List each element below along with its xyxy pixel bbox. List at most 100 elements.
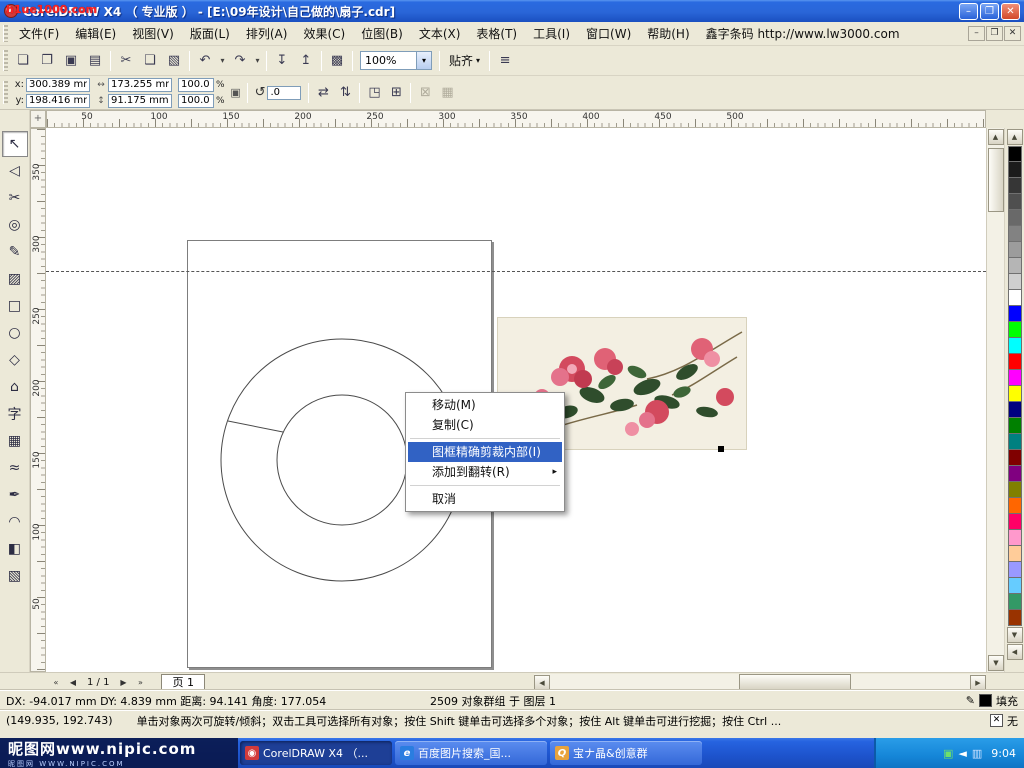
previous-page-button[interactable]: ◀ <box>65 675 81 690</box>
horizontal-guideline[interactable] <box>46 271 986 272</box>
palette-swatch-22[interactable] <box>1008 498 1022 514</box>
minimize-button[interactable]: – <box>959 3 978 20</box>
titlebar[interactable]: CorelDRAW X4 （ 专业版 ） - [E:\09年设计\自己做的\扇子… <box>0 0 1024 22</box>
palette-swatch-23[interactable] <box>1008 514 1022 530</box>
palette-flyout-button[interactable]: ◀ <box>1007 644 1023 660</box>
crop-tool[interactable]: ✂ <box>2 185 28 211</box>
scale-x-input[interactable] <box>178 78 214 92</box>
palette-swatch-2[interactable] <box>1008 178 1022 194</box>
palette-swatch-12[interactable] <box>1008 338 1022 354</box>
palette-swatch-7[interactable] <box>1008 258 1022 274</box>
palette-swatch-28[interactable] <box>1008 594 1022 610</box>
blend-tool[interactable]: ≈ <box>2 455 28 481</box>
object-width-input[interactable] <box>108 78 172 92</box>
ruler-origin-button[interactable]: + <box>30 110 46 128</box>
palette-swatch-1[interactable] <box>1008 162 1022 178</box>
rectangle-tool[interactable]: □ <box>2 293 28 319</box>
palette-swatch-20[interactable] <box>1008 466 1022 482</box>
menu-effects[interactable]: 效果(C) <box>295 23 353 44</box>
selection-handle[interactable] <box>718 446 724 452</box>
palette-swatch-17[interactable] <box>1008 418 1022 434</box>
palette-swatch-11[interactable] <box>1008 322 1022 338</box>
page-tab[interactable]: 页 1 <box>161 674 205 690</box>
palette-swatch-29[interactable] <box>1008 610 1022 626</box>
mirror-horizontal-button[interactable]: ⇄ <box>312 82 334 104</box>
first-page-button[interactable]: « <box>48 675 64 690</box>
menu-window[interactable]: 窗口(W) <box>578 23 639 44</box>
mirror-vertical-button[interactable]: ⇅ <box>334 82 356 104</box>
horizontal-scroll-thumb[interactable] <box>739 674 851 690</box>
undo-button-dropdown-arrow[interactable]: ▾ <box>217 50 228 72</box>
cut-button[interactable]: ✂ <box>114 50 138 72</box>
text-tool[interactable]: 字 <box>2 401 28 427</box>
palette-swatch-9[interactable] <box>1008 290 1022 306</box>
taskbar-button-baidu-images[interactable]: e百度图片搜索_国... <box>395 741 547 765</box>
tray-shield-icon[interactable]: ▣ <box>943 748 953 759</box>
palette-swatch-4[interactable] <box>1008 210 1022 226</box>
chevron-down-icon[interactable]: ▾ <box>416 52 431 69</box>
eyedropper-tool[interactable]: ✒ <box>2 482 28 508</box>
undo-button[interactable]: ↶ <box>193 50 217 72</box>
context-menu-item[interactable]: 复制(C) <box>408 415 562 435</box>
context-menu-item[interactable]: 添加到翻转(R)▸ <box>408 462 562 482</box>
redo-button-dropdown-arrow[interactable]: ▾ <box>252 50 263 72</box>
vertical-scrollbar[interactable]: ▲ ▼ <box>986 128 1004 672</box>
snap-to-dropdown[interactable]: 贴齐 ▾ <box>443 50 486 71</box>
menu-view[interactable]: 视图(V) <box>124 23 182 44</box>
copy-button[interactable]: ❑ <box>138 50 162 72</box>
fill-tool[interactable]: ◧ <box>2 536 28 562</box>
context-menu-item[interactable]: 移动(M) <box>408 395 562 415</box>
options-button[interactable]: ≡ <box>493 50 517 72</box>
palette-swatch-25[interactable] <box>1008 546 1022 562</box>
zoom-level-combobox[interactable]: 100% ▾ <box>360 51 432 70</box>
restore-button[interactable]: ❐ <box>980 3 999 20</box>
scroll-right-button[interactable]: ▶ <box>970 675 986 691</box>
pick-tool[interactable]: ↖ <box>2 131 28 157</box>
redo-button[interactable]: ↷ <box>228 50 252 72</box>
palette-swatch-14[interactable] <box>1008 370 1022 386</box>
palette-swatch-27[interactable] <box>1008 578 1022 594</box>
basic-shapes-tool[interactable]: ⌂ <box>2 374 28 400</box>
menu-arrange[interactable]: 排列(A) <box>238 23 296 44</box>
import-button[interactable]: ↧ <box>270 50 294 72</box>
horizontal-ruler[interactable]: 50100150200250300350400450500 <box>46 110 986 128</box>
polygon-tool[interactable]: ◇ <box>2 347 28 373</box>
combine-button[interactable]: ⊠ <box>414 82 436 104</box>
palette-swatch-3[interactable] <box>1008 194 1022 210</box>
scale-y-input[interactable] <box>178 94 214 108</box>
scroll-down-button[interactable]: ▼ <box>988 655 1004 671</box>
menu-tools[interactable]: 工具(I) <box>525 23 578 44</box>
position-y-input[interactable] <box>26 94 90 108</box>
palette-swatch-10[interactable] <box>1008 306 1022 322</box>
menubar-grip[interactable] <box>3 25 8 41</box>
menu-file[interactable]: 文件(F) <box>11 23 67 44</box>
palette-swatch-0[interactable] <box>1008 146 1022 162</box>
context-menu-item[interactable]: 取消 <box>408 489 562 509</box>
save-button[interactable]: ▣ <box>59 50 83 72</box>
group-button[interactable]: ▦ <box>436 82 458 104</box>
tray-network-icon[interactable]: ▥ <box>972 748 982 759</box>
vertical-scroll-thumb[interactable] <box>988 148 1004 212</box>
drawing-canvas[interactable]: 移动(M)复制(C)图框精确剪裁内部(I)添加到翻转(R)▸取消 <box>46 128 986 672</box>
ellipse-tool[interactable]: ○ <box>2 320 28 346</box>
wrap-paragraph-text-button[interactable]: ◳ <box>363 82 385 104</box>
palette-swatch-21[interactable] <box>1008 482 1022 498</box>
outline-pen-tool[interactable]: ◠ <box>2 509 28 535</box>
vertical-ruler[interactable]: 35030025020015010050 <box>30 128 46 672</box>
object-height-input[interactable] <box>108 94 172 108</box>
taskbar-button-qq-group[interactable]: Q宝ナ晶&创意群 <box>550 741 702 765</box>
close-button[interactable]: ✕ <box>1001 3 1020 20</box>
palette-swatch-24[interactable] <box>1008 530 1022 546</box>
palette-swatch-18[interactable] <box>1008 434 1022 450</box>
palette-swatch-26[interactable] <box>1008 562 1022 578</box>
taskbar-button-coreldraw[interactable]: ◉CorelDRAW X4 （... <box>240 741 392 765</box>
export-button[interactable]: ↥ <box>294 50 318 72</box>
smart-fill-tool[interactable]: ▨ <box>2 266 28 292</box>
property-bar-grip[interactable] <box>3 81 8 104</box>
toolbar-grip[interactable] <box>3 50 8 70</box>
zoom-tool[interactable]: ◎ <box>2 212 28 238</box>
menu-table[interactable]: 表格(T) <box>468 23 525 44</box>
tray-volume-icon[interactable]: ◄ <box>958 748 966 759</box>
next-page-button[interactable]: ▶ <box>115 675 131 690</box>
print-button[interactable]: ▤ <box>83 50 107 72</box>
